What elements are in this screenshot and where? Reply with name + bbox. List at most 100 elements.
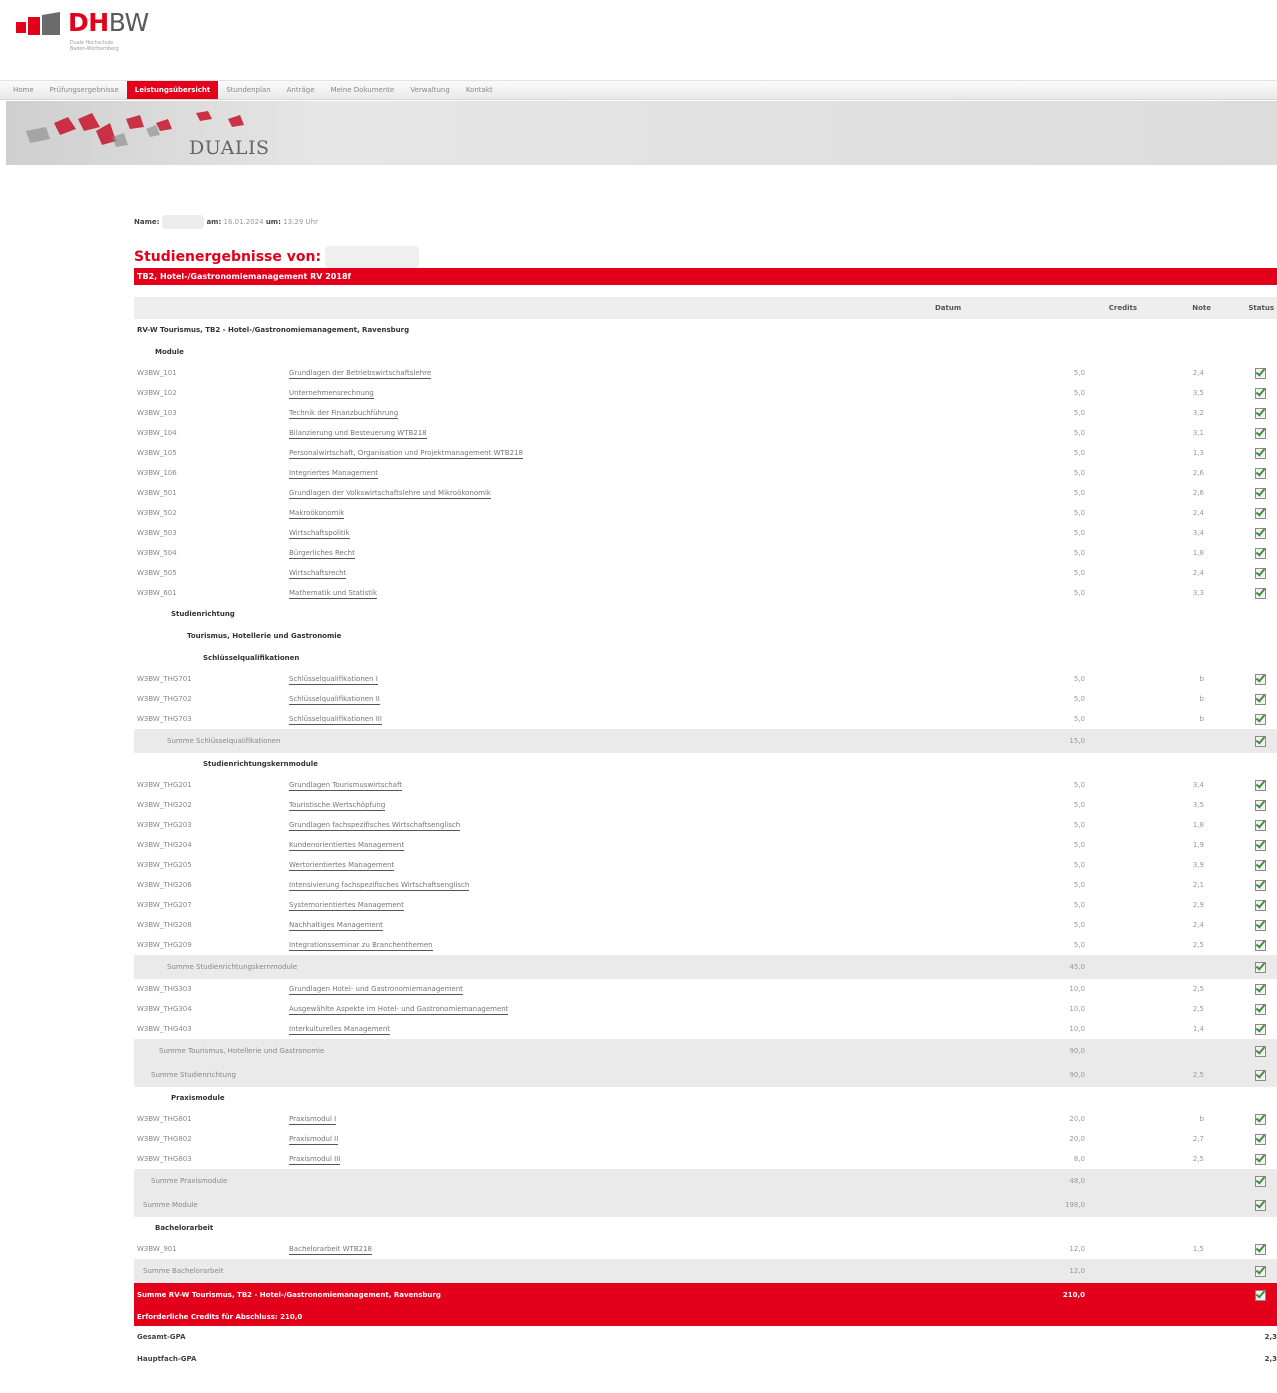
module-link[interactable]: Wirtschaftsrecht <box>289 569 347 579</box>
module-code: W3BW_THG201 <box>137 781 192 789</box>
module-link[interactable]: Unternehmensrechnung <box>289 389 374 399</box>
section-title-text: Praxismodule <box>171 1094 225 1102</box>
status-cell <box>1216 669 1277 689</box>
table-row: W3BW_504 Bürgerliches Recht 5,0 1,8 <box>134 543 1277 563</box>
table-row: W3BW_501 Grundlagen der Volkswirtschaftsl… <box>134 483 1277 503</box>
module-code: W3BW_105 <box>137 449 177 457</box>
total-note <box>1149 1283 1216 1307</box>
sum-credits: 90,0 <box>1059 1039 1149 1063</box>
status-cell <box>1216 423 1277 443</box>
module-code: W3BW_THG701 <box>137 675 192 683</box>
nav-item-2[interactable]: Leistungsübersicht <box>126 81 219 99</box>
status-check-icon <box>1255 735 1266 747</box>
status-check-icon <box>1255 799 1266 811</box>
module-link[interactable]: Grundlagen Tourismuswirtschaft <box>289 781 403 791</box>
credits-value: 5,0 <box>1073 369 1085 377</box>
module-link[interactable]: Wirtschaftspolitik <box>289 529 350 539</box>
gpa-row: Gesamt-GPA 2,3 <box>134 1326 1277 1348</box>
module-link[interactable]: Integrationsseminar zu Branchenthemen <box>289 941 433 951</box>
table-row: W3BW_503 Wirtschaftspolitik 5,0 3,4 <box>134 523 1277 543</box>
nav-item-7[interactable]: Kontakt <box>458 81 501 99</box>
module-link[interactable]: Systemorientiertes Management <box>289 901 404 911</box>
table-row: W3BW_104 Bilanzierung und Besteuerung WTB… <box>134 423 1277 443</box>
module-link[interactable]: Bilanzierung und Besteuerung WTB218 <box>289 429 427 439</box>
status-check-icon <box>1255 899 1266 911</box>
status-cell <box>1216 875 1277 895</box>
module-link[interactable]: Grundlagen der Betriebswirtschaftslehre <box>289 369 432 379</box>
nav-item-1[interactable]: Prüfungsergebnisse <box>42 81 127 99</box>
module-link[interactable]: Wertorientiertes Management <box>289 861 395 871</box>
module-link[interactable]: Kundenorientiertes Management <box>289 841 405 851</box>
date-cell <box>929 1239 1059 1259</box>
module-link[interactable]: Grundlagen Hotel- und Gastronomiemanagem… <box>289 985 463 995</box>
section-title-text: Module <box>155 348 184 356</box>
status-check-icon <box>1255 507 1266 519</box>
credits-value: 5,0 <box>1073 675 1085 683</box>
nav-item-5[interactable]: Meine Dokumente <box>323 81 403 99</box>
credits-value: 5,0 <box>1073 695 1085 703</box>
note-value: 2,5 <box>1192 1005 1204 1013</box>
note-value: 3,5 <box>1192 801 1204 809</box>
module-link[interactable]: Ausgewählte Aspekte im Hotel- und Gastro… <box>289 1005 509 1015</box>
status-check-icon <box>1255 839 1266 851</box>
module-link[interactable]: Schlüsselqualifikationen II <box>289 695 380 705</box>
sum-label: Summe Tourismus, Hotellerie und Gastrono… <box>134 1039 1059 1063</box>
module-link[interactable]: Praxismodul I <box>289 1115 337 1125</box>
note-value: 1,8 <box>1192 821 1204 829</box>
status-cell <box>1216 689 1277 709</box>
note-value: 2,5 <box>1192 941 1204 949</box>
module-link[interactable]: Intensivierung fachspezifisches Wirtscha… <box>289 881 470 891</box>
module-name: Makroökonomik <box>289 503 929 523</box>
module-link[interactable]: Interkulturelles Management <box>289 1025 391 1035</box>
module-link[interactable]: Grundlagen fachspezifisches Wirtschaftse… <box>289 821 461 831</box>
date-cell <box>929 423 1059 443</box>
nav-item-4[interactable]: Anträge <box>279 81 323 99</box>
nav-item-3[interactable]: Stundenplan <box>218 81 278 99</box>
status-check-icon <box>1255 567 1266 579</box>
note-value: 2,5 <box>1192 985 1204 993</box>
module-link[interactable]: Personalwirtschaft, Organisation und Pro… <box>289 449 523 459</box>
redacted-name <box>162 215 205 229</box>
gpa-value: 2,3 <box>1264 1333 1277 1341</box>
credits-value: 20,0 <box>1069 1135 1085 1143</box>
module-code: W3BW_501 <box>137 489 177 497</box>
module-link[interactable]: Bürgerliches Recht <box>289 549 355 559</box>
module-name: Praxismodul III <box>289 1149 929 1169</box>
total-credits: 210,0 <box>1059 1283 1149 1307</box>
status-cell <box>1216 955 1277 979</box>
module-code: W3BW_102 <box>137 389 177 397</box>
note-value: 3,1 <box>1192 429 1204 437</box>
date-cell <box>929 563 1059 583</box>
credits-value: 5,0 <box>1073 921 1085 929</box>
table-row: W3BW_THG803 Praxismodul III 8,0 2,5 <box>134 1149 1277 1169</box>
module-link[interactable]: Mathematik und Statistik <box>289 589 377 599</box>
table-row: W3BW_THG802 Praxismodul II 20,0 2,7 <box>134 1129 1277 1149</box>
module-link[interactable]: Makroökonomik <box>289 509 345 519</box>
module-link[interactable]: Grundlagen der Volkswirtschaftslehre und… <box>289 489 491 499</box>
section-title-text: Studienrichtungskernmodule <box>203 760 318 768</box>
nav-item-6[interactable]: Verwaltung <box>402 81 457 99</box>
sum-note: 2,5 <box>1149 1063 1216 1087</box>
date-cell <box>929 483 1059 503</box>
module-link[interactable]: Touristische Wertschöpfung <box>289 801 386 811</box>
module-name: Interkulturelles Management <box>289 1019 929 1039</box>
module-link[interactable]: Praxismodul II <box>289 1135 339 1145</box>
status-check-icon <box>1255 819 1266 831</box>
module-code: W3BW_THG303 <box>137 985 192 993</box>
note-value: 2,5 <box>1192 1155 1204 1163</box>
module-link[interactable]: Schlüsselqualifikationen III <box>289 715 382 725</box>
note-value: 3,3 <box>1192 589 1204 597</box>
module-link[interactable]: Bachelorarbeit WTB218 <box>289 1245 372 1255</box>
table-row: W3BW_THG201 Grundlagen Tourismuswirtschaf… <box>134 775 1277 795</box>
status-cell <box>1216 1019 1277 1039</box>
module-link[interactable]: Praxismodul III <box>289 1155 341 1165</box>
module-link[interactable]: Integriertes Management <box>289 469 379 479</box>
module-link[interactable]: Schlüsselqualifikationen I <box>289 675 378 685</box>
status-check-icon <box>1255 487 1266 499</box>
module-link[interactable]: Nachhaltiges Management <box>289 921 383 931</box>
dhbw-logo-icon[interactable] <box>16 12 64 42</box>
module-link[interactable]: Technik der Finanzbuchführung <box>289 409 399 419</box>
logo-subtitle: Duale Hochschule Baden-Württemberg <box>70 41 119 52</box>
sum-note <box>1149 1193 1216 1217</box>
nav-item-0[interactable]: Home <box>5 81 42 99</box>
